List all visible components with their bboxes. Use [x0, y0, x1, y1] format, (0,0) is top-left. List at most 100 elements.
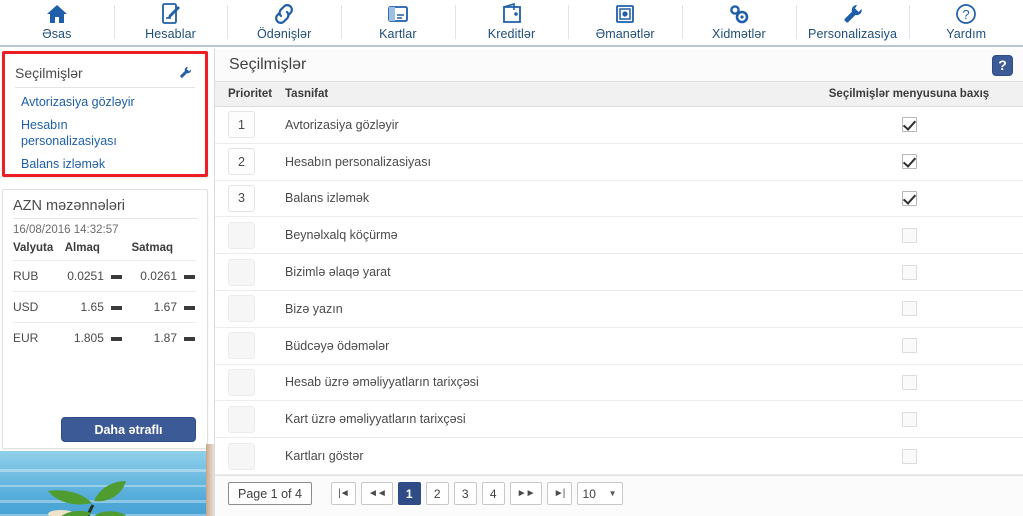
table-row[interactable]: Beynəlxalq köçürmə [215, 217, 1023, 255]
page-size-select[interactable]: 10 ▼ [576, 482, 623, 506]
trend-flat-icon [110, 336, 122, 341]
nav-label: Əsas [42, 27, 72, 41]
nav-item-odenisler[interactable]: Ödənişlər [227, 0, 341, 46]
checkbox-cell [794, 117, 1023, 133]
checkbox-cell [794, 374, 1023, 390]
row-label: Bizə yazın [285, 301, 343, 316]
page-button-3[interactable]: 3 [453, 482, 477, 506]
main-header: Seçilmişlər ? [215, 49, 1023, 81]
visibility-checkbox[interactable] [901, 448, 917, 464]
chevron-down-icon: ▼ [608, 489, 617, 499]
visibility-checkbox[interactable] [901, 301, 917, 317]
table-row[interactable]: Kartları göstər [215, 438, 1023, 475]
priority-value [228, 221, 255, 249]
currency-sell-cell: 0.0261 [123, 260, 197, 292]
checkbox-cell [794, 301, 1023, 317]
next-page-button[interactable]: ►► [509, 482, 542, 506]
row-label: Kartları göstər [285, 449, 364, 464]
nav-label: Xidmətlər [712, 27, 766, 41]
column-header-valyuta: Valyuta [13, 242, 54, 254]
visibility-checkbox[interactable] [901, 190, 917, 206]
currency-rate-row: RUB 0.0251 0.0261 [13, 260, 197, 292]
favorites-link-balans[interactable]: Balans izləmək [21, 156, 195, 172]
card-icon [386, 1, 410, 27]
visibility-checkbox[interactable] [901, 411, 917, 427]
nav-item-emanetler[interactable]: Əmanətlər [568, 0, 682, 46]
photo-edge-decoration [206, 444, 214, 516]
favorites-panel-title: Seçilmişlər [15, 64, 83, 81]
wallet-icon [501, 1, 523, 27]
priority-value [228, 332, 255, 360]
table-row[interactable]: 3 Balans izləmək [215, 180, 1023, 218]
prev-page-button[interactable]: ◄◄ [360, 482, 393, 506]
grid-header-row: Prioritet Tasnifat Seçilmişlər menyusuna… [215, 81, 1023, 107]
wrench-icon[interactable] [175, 63, 195, 83]
visibility-checkbox[interactable] [901, 338, 917, 354]
table-row[interactable]: Kart üzrə əməliyyatların tarixçəsi [215, 401, 1023, 439]
main-content: Seçilmişlər ? Prioritet Tasnifat Seçilmi… [214, 49, 1023, 516]
page-button-1[interactable]: 1 [397, 482, 421, 506]
table-row[interactable]: Büdcəyə ödəmələr [215, 327, 1023, 365]
visibility-checkbox[interactable] [901, 264, 917, 280]
table-row[interactable]: Bizimlə əlaqə yarat [215, 254, 1023, 291]
checkbox-cell [794, 154, 1023, 170]
nav-label: Kreditlər [487, 27, 536, 41]
priority-value [228, 405, 255, 433]
page-button-4[interactable]: 4 [481, 482, 505, 506]
nav-item-kreditler[interactable]: Kreditlər [454, 0, 569, 46]
row-label: Hesabın personalizasiyası [285, 154, 431, 169]
currency-rate-row: EUR 1.805 1.87 [13, 322, 197, 353]
page-button-2[interactable]: 2 [425, 482, 449, 506]
row-label: Balans izləmək [285, 191, 370, 206]
currency-rates-header-row: Valyuta Almaq Satmaq [13, 240, 197, 261]
nav-item-kartlar[interactable]: Kartlar [341, 0, 455, 46]
table-row[interactable]: Bizə yazın [215, 290, 1023, 328]
column-header-satmaq: Satmaq [131, 242, 173, 254]
page-indicator: Page 1 of 4 [228, 482, 312, 506]
more-details-button[interactable]: Daha ətraflı [61, 417, 196, 442]
nav-label: Əmanətlər [595, 27, 655, 41]
priority-cell: 3 [215, 184, 277, 212]
checkbox-cell [794, 190, 1023, 206]
checkbox-cell [794, 264, 1023, 280]
page-title: Seçilmişlər [229, 56, 307, 73]
table-row[interactable]: Hesab üzrə əməliyyatların tarixçəsi [215, 364, 1023, 402]
nav-item-hesablar[interactable]: Hesablar [113, 0, 228, 46]
trend-flat-icon [184, 336, 195, 341]
checkbox-cell [794, 411, 1023, 427]
currency-sell-value: 0.0261 [140, 269, 177, 283]
visibility-checkbox[interactable] [901, 374, 917, 390]
currency-buy-cell: 1.65 [57, 291, 124, 323]
favorites-grid: Prioritet Tasnifat Seçilmişlər menyusuna… [215, 81, 1023, 475]
nav-item-esas[interactable]: Əsas [0, 0, 114, 46]
currency-buy-value: 0.0251 [67, 269, 104, 283]
gears-icon [727, 1, 751, 27]
visibility-checkbox[interactable] [901, 117, 917, 133]
safe-icon [613, 1, 637, 27]
favorites-link-personalizasiya[interactable]: Hesabın personalizasiyası [21, 117, 117, 149]
home-icon [45, 1, 69, 27]
visibility-checkbox[interactable] [901, 154, 917, 170]
currency-code: RUB [13, 260, 58, 292]
column-header-menu-visibility: Seçilmişlər menyusuna baxış [828, 88, 990, 100]
priority-cell [215, 258, 277, 286]
table-row[interactable]: 1 Avtorizasiya gözləyir [215, 107, 1023, 144]
currency-sell-value: 1.87 [153, 331, 177, 345]
table-row[interactable]: 2 Hesabın personalizasiyası [215, 143, 1023, 181]
wrench-icon [841, 1, 865, 27]
nav-item-yardim[interactable]: ? Yardım [909, 0, 1023, 46]
priority-cell [215, 332, 277, 360]
currency-rates-table: Valyuta Almaq Satmaq RUB 0.0251 0.0261 U… [13, 240, 197, 353]
last-page-button[interactable]: ►| [546, 482, 572, 506]
currency-rate-row: USD 1.65 1.67 [13, 291, 197, 323]
help-button[interactable]: ? [992, 54, 1013, 76]
top-navigation-bar: Əsas Hesablar Ödənişlər Kartlar Kreditlə… [0, 0, 1023, 47]
favorites-link-avtorizasiya[interactable]: Avtorizasiya gözləyir [21, 94, 195, 110]
nav-item-personalizasiya[interactable]: Personalizasiya [795, 0, 910, 46]
nav-item-xidmetler[interactable]: Xidmətlər [682, 0, 796, 46]
first-page-button[interactable]: |◄ [330, 482, 356, 506]
currency-buy-cell: 1.805 [57, 322, 124, 353]
visibility-checkbox[interactable] [901, 227, 917, 243]
document-edit-icon [160, 1, 182, 27]
priority-cell [215, 405, 277, 433]
